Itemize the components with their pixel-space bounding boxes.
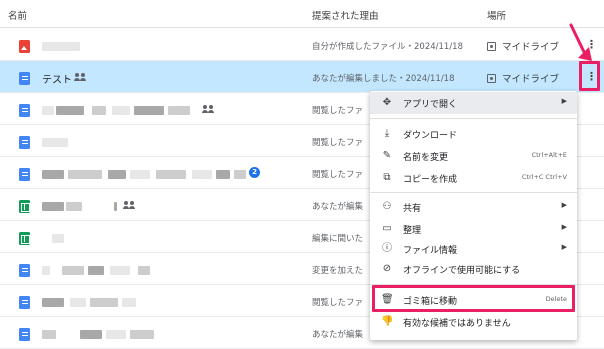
- download-icon: ⤓: [384, 128, 390, 139]
- file-name: テスト: [42, 75, 72, 86]
- pencil-icon: ✎: [382, 150, 392, 161]
- comment-count-badge: 2: [249, 167, 260, 178]
- suggestion-reason: あなたが編集しました・2024/11/18: [312, 74, 455, 84]
- redacted-file-name: [42, 138, 68, 147]
- redacted-file-name: [42, 170, 64, 179]
- file-row-selected[interactable]: テスト あなたが編集しました・2024/11/18 マイドライブ ⋮: [0, 61, 604, 93]
- document-file-icon: [19, 136, 30, 149]
- suggestion-reason: 変更を加えた: [312, 266, 364, 276]
- document-file-icon: [19, 72, 30, 85]
- menu-item-not-useful[interactable]: 👎 有効な候補ではありません: [370, 311, 577, 333]
- highlight-trash-item: [372, 285, 575, 312]
- document-file-icon: [19, 168, 30, 181]
- menu-item-offline[interactable]: ⊘ オフラインで使用可能にする: [370, 258, 577, 280]
- menu-divider: [370, 192, 577, 193]
- image-file-icon: [19, 40, 30, 53]
- offline-check-icon: ⊘: [382, 263, 392, 274]
- shared-people-icon: [202, 105, 214, 113]
- suggestion-reason: 編集に間いた: [312, 234, 364, 244]
- suggestion-reason: 自分が作成したファイル・2024/11/18: [312, 42, 463, 52]
- redacted-file-name: [42, 298, 64, 307]
- shared-people-icon: [123, 201, 135, 209]
- document-file-icon: [19, 296, 30, 309]
- add-person-icon: ⚇: [382, 201, 392, 212]
- file-location: マイドライブ: [487, 39, 559, 53]
- file-list-header: 名前 提案された理由 場所: [0, 0, 604, 28]
- menu-item-copy[interactable]: ⧉ コピーを作成 Ctrl+C Ctrl+V: [370, 167, 577, 189]
- redacted-file-name: [42, 202, 64, 211]
- info-icon: ⓘ: [382, 243, 392, 254]
- shared-people-icon: [74, 73, 86, 81]
- menu-item-share[interactable]: ⚇ 共有 ▶: [370, 196, 577, 218]
- column-header-reason: 提案された理由: [312, 11, 379, 22]
- redacted-file-name: [42, 42, 80, 51]
- document-file-icon: [19, 264, 30, 277]
- suggestion-reason: 閲覧したファ: [312, 106, 364, 116]
- column-header-location: 場所: [487, 11, 507, 22]
- menu-item-file-info[interactable]: ⓘ ファイル情報 ▶: [370, 238, 577, 260]
- thumbs-down-icon: 👎: [381, 316, 394, 327]
- document-file-icon: [19, 328, 30, 341]
- redacted-file-name: [42, 266, 50, 275]
- submenu-arrow-icon: ▶: [561, 243, 567, 251]
- more-actions-icon[interactable]: ⋮: [586, 39, 597, 51]
- drive-icon: [487, 42, 496, 51]
- copy-icon: ⧉: [383, 172, 391, 183]
- document-file-icon: [19, 104, 30, 117]
- column-header-name[interactable]: 名前: [8, 8, 27, 22]
- drive-icon: [487, 74, 496, 83]
- menu-item-download[interactable]: ⤓ ダウンロード: [370, 123, 577, 145]
- suggestion-reason: 閲覧したファ: [312, 170, 364, 180]
- menu-divider: [370, 118, 577, 119]
- suggestion-reason: 閲覧したファ: [312, 138, 364, 148]
- suggestion-reason: あなたが編集: [312, 202, 364, 212]
- suggestion-reason: あなたが編集: [312, 330, 364, 340]
- file-location: マイドライブ: [487, 71, 559, 85]
- submenu-arrow-icon: ▶: [561, 223, 567, 231]
- spreadsheet-file-icon: [19, 200, 30, 213]
- menu-item-rename[interactable]: ✎ 名前を変更 Ctrl+Alt+E: [370, 145, 577, 167]
- file-row[interactable]: 自分が作成したファイル・2024/11/18 マイドライブ ⋮: [0, 29, 604, 61]
- redacted-file-name: [42, 106, 54, 115]
- submenu-arrow-icon: ▶: [561, 97, 567, 105]
- suggestion-reason: 閲覧したファ: [312, 298, 364, 308]
- redacted-file-name: [52, 234, 64, 243]
- move-arrows-icon: ✥: [382, 97, 392, 108]
- redacted-file-name: [42, 330, 56, 339]
- menu-item-organize[interactable]: ▭ 整理 ▶: [370, 218, 577, 240]
- folder-icon: ▭: [382, 223, 392, 234]
- menu-item-open-with[interactable]: ✥ アプリで開く ▶: [370, 92, 577, 114]
- submenu-arrow-icon: ▶: [561, 201, 567, 209]
- spreadsheet-file-icon: [19, 232, 30, 245]
- highlight-more-button: [579, 61, 600, 91]
